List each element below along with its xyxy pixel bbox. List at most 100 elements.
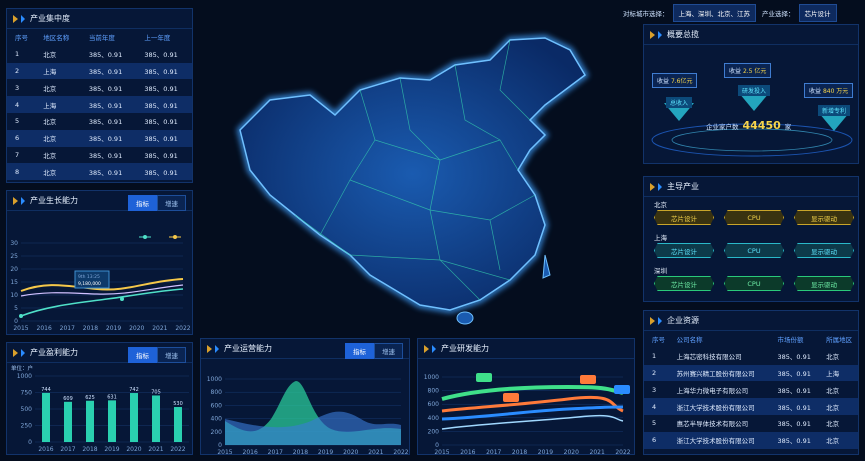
bar[interactable] bbox=[64, 401, 72, 442]
table-cell: 385、0.91 bbox=[136, 62, 192, 80]
bar[interactable] bbox=[108, 400, 116, 442]
households-unit: 家 bbox=[784, 123, 792, 131]
bar-value-label: 609 bbox=[63, 396, 73, 402]
city-filter-label: 对标城市选择： bbox=[623, 10, 669, 18]
table-cell: 4 bbox=[7, 96, 36, 113]
chart-marker bbox=[476, 373, 492, 382]
table-row[interactable]: 8 北京 385、0.91 385、0.91 bbox=[7, 163, 192, 181]
table-cell: 苏州赛兴精工股份有限公司 bbox=[668, 364, 770, 382]
industry-select[interactable]: 芯片设计 bbox=[798, 4, 837, 22]
tick-label: 2019 bbox=[106, 325, 121, 332]
table-cell: 385、0.91 bbox=[80, 129, 137, 147]
filter-bar: 对标城市选择： 上海、深圳、北京、江苏 产业选择： 芯片设计 bbox=[623, 4, 843, 22]
industry-chip[interactable]: CPU bbox=[724, 210, 784, 225]
tab-indicator[interactable]: 指标 bbox=[345, 343, 374, 359]
col-header: 市场份额 bbox=[777, 336, 804, 345]
table-cell: 上海 bbox=[35, 96, 81, 113]
table-row[interactable]: 3 北京 385、0.91 385、0.91 bbox=[7, 79, 192, 96]
table-cell: 浙江大学技术股份有限公司 bbox=[668, 398, 770, 415]
concentration-table: 序号 地区名称 当前年度 上一年度 1 北京 385、0.91 385、0.91 2 上海 385… bbox=[7, 29, 192, 181]
industry-chip[interactable]: CPU bbox=[724, 276, 784, 291]
table-cell: 上海 bbox=[35, 62, 81, 80]
table-row[interactable]: 6 北京 385、0.91 385、0.91 bbox=[7, 129, 192, 147]
rd-line-chart: 1000 800 600 400 200 02015 2016 2017 2018 2019 202… bbox=[424, 373, 631, 455]
triangle-icon bbox=[207, 344, 212, 353]
triangle-icon bbox=[21, 196, 25, 205]
tab-growth-rate[interactable]: 增速 bbox=[157, 195, 186, 211]
households-label: 企业家户数 bbox=[706, 123, 739, 131]
table-row[interactable]: 7 北京 385、0.91 385、0.91 bbox=[7, 147, 192, 164]
tick-label: 400 bbox=[428, 415, 440, 422]
tick-label: 2020 bbox=[126, 446, 141, 453]
tab-indicator[interactable]: 指标 bbox=[128, 195, 157, 211]
bar-value-label: 705 bbox=[151, 389, 161, 395]
industry-chip[interactable]: CPU bbox=[724, 243, 784, 258]
table-row[interactable]: 4 上海 385、0.91 385、0.91 bbox=[7, 96, 192, 113]
table-row[interactable]: 4 浙江大学技术股份有限公司 385、0.91 北京 bbox=[644, 398, 858, 415]
tick-label: 500 bbox=[21, 406, 33, 413]
col-header: 公司名称 bbox=[676, 336, 703, 345]
col-header: 当前年度 bbox=[88, 34, 115, 43]
tick-label: 2021 bbox=[368, 449, 383, 455]
table-cell: 385、0.91 bbox=[777, 386, 811, 395]
table-cell: 385、0.91 bbox=[144, 51, 178, 60]
tick-label: 25 bbox=[10, 253, 18, 260]
tick-label: 10 bbox=[10, 292, 18, 299]
table-row[interactable]: 5 北京 385、0.91 385、0.91 bbox=[7, 113, 192, 130]
industry-chip[interactable]: 芯片设计 bbox=[654, 210, 714, 225]
table-row[interactable]: 3 上海华力微电子有限公司 385、0.91 北京 bbox=[644, 381, 858, 398]
tab-indicator[interactable]: 指标 bbox=[128, 347, 157, 363]
tick-label: 2022 bbox=[615, 449, 630, 455]
growth-panel: 产业生长能力 指标 增速 9th 13:25 9,180,000 30 25 20 15… bbox=[6, 190, 193, 335]
triangle-icon bbox=[658, 182, 662, 191]
bar[interactable] bbox=[174, 407, 182, 442]
table-cell: 385、0.91 bbox=[136, 96, 192, 113]
table-cell: 北京 bbox=[43, 151, 57, 160]
industry-chip[interactable]: 芯片设计 bbox=[654, 243, 714, 258]
table-row[interactable]: 5 惠芯半导体技术有限公司 385、0.91 北京 bbox=[644, 415, 858, 432]
triangle-icon bbox=[21, 348, 25, 357]
city-select[interactable]: 上海、深圳、北京、江苏 bbox=[672, 4, 756, 22]
households-stat: 企业家户数 44450 家 bbox=[706, 119, 791, 132]
industry-chip[interactable]: 芯片设计 bbox=[654, 276, 714, 291]
col-header: 上一年度 bbox=[144, 34, 171, 43]
table-row[interactable]: 1 上海芯密科技有限公司 385、0.91 北京 bbox=[644, 348, 858, 365]
bar-value-label: 625 bbox=[85, 395, 95, 401]
metric-name: 研发投入 bbox=[738, 85, 771, 96]
tick-label: 2017 bbox=[60, 325, 75, 332]
tooltip-value: 9,180,000 bbox=[78, 281, 101, 287]
bar[interactable] bbox=[42, 392, 50, 442]
table-row[interactable]: 2 上海 385、0.91 385、0.91 bbox=[7, 62, 192, 80]
tick-label: 2016 bbox=[37, 325, 52, 332]
bar[interactable] bbox=[152, 395, 160, 442]
tick-label: 2017 bbox=[60, 446, 75, 453]
tick-label: 0 bbox=[14, 318, 18, 325]
tick-label: 2018 bbox=[83, 325, 98, 332]
table-cell: 385、0.91 bbox=[144, 151, 178, 160]
tick-label: 1000 bbox=[17, 373, 32, 380]
col-header: 序号 bbox=[15, 34, 28, 43]
table-row[interactable]: 1 北京 385、0.91 385、0.91 bbox=[7, 46, 192, 63]
table-cell: 385、0.91 bbox=[144, 118, 178, 127]
tick-label: 200 bbox=[428, 428, 440, 435]
industry-chip[interactable]: 显示驱动 bbox=[794, 210, 854, 225]
overview-panel: 概要总揽 收益 7.6亿元 总收入 收益 2.5 亿元 研发投入 收益 840 … bbox=[643, 24, 859, 164]
table-cell: 6 bbox=[7, 129, 36, 147]
tick-label: 2019 bbox=[318, 449, 333, 455]
table-cell: 北京 bbox=[35, 129, 81, 147]
bar[interactable] bbox=[86, 400, 94, 442]
metric-label: 收益 bbox=[657, 78, 670, 85]
table-cell: 385、0.91 bbox=[769, 364, 819, 382]
triangle-icon bbox=[650, 30, 655, 39]
table-row[interactable]: 6 浙江大学技术股份有限公司 385、0.91 北京 bbox=[644, 431, 858, 449]
tab-growth-rate[interactable]: 增速 bbox=[157, 347, 186, 363]
table-cell: 8 bbox=[7, 163, 36, 181]
industry-chip[interactable]: 显示驱动 bbox=[794, 243, 854, 258]
operation-area-chart: 1000 800 600 400 200 02015 2016 2017 2018 2019 202… bbox=[207, 376, 409, 455]
china-map[interactable] bbox=[200, 20, 640, 340]
tab-growth-rate[interactable]: 增速 bbox=[374, 343, 403, 359]
bar[interactable] bbox=[130, 393, 138, 442]
tick-label: 1000 bbox=[424, 374, 439, 381]
table-row[interactable]: 2 苏州赛兴精工股份有限公司 385、0.91 上海 bbox=[644, 364, 858, 382]
industry-chip[interactable]: 显示驱动 bbox=[794, 276, 854, 291]
